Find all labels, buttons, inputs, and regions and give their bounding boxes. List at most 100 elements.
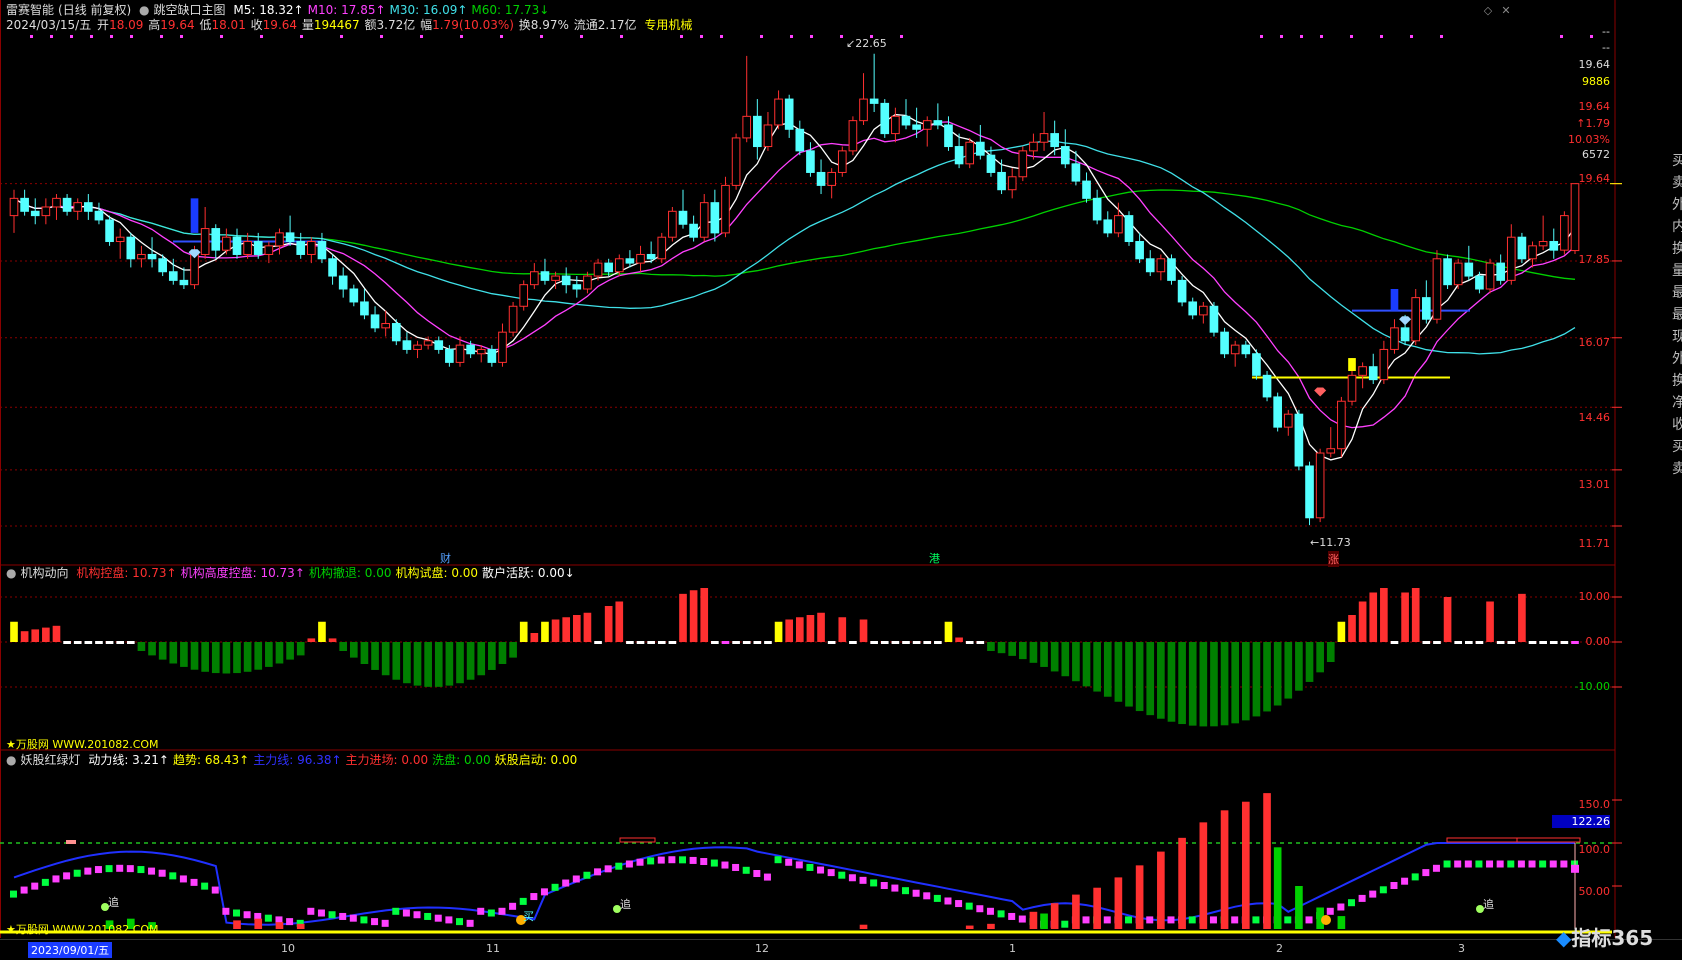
trend-square [923,892,931,900]
inst-retreat-bar [1135,642,1144,712]
retail-bar [73,641,82,644]
candle-body [1485,262,1495,290]
demon-panel[interactable]: ★万股网 WWW.201082.COM 追 追 追 买 [0,752,1622,938]
signal-dot [900,35,903,38]
inst-retreat-bar [1040,642,1048,667]
inst-control-bar [944,621,953,642]
trend-square [880,882,888,889]
candle-body [1135,241,1144,260]
inst-retreat-bar [1146,642,1155,716]
inst-retreat-bar [158,642,167,660]
candle-body [285,232,295,243]
retail-bar [1539,641,1547,644]
inst-axis-label: 10.00 [1578,590,1611,603]
side-label: 净 [1672,395,1682,411]
retail-bar [965,641,974,644]
inst-control-bar [774,621,783,642]
time-axis[interactable]: 2023/09/01/五 10 11 12 1 2 3 [0,939,1682,960]
candle-body [519,284,529,307]
candle-body [9,197,19,217]
marker-mai[interactable]: 买 [523,908,534,924]
inst-control-bar [1380,588,1388,642]
inst-control-bar [1337,621,1346,642]
side-label: 换 [1672,373,1682,389]
inst-control-bar [1411,588,1420,642]
trend-square [997,910,1005,918]
inst-panel[interactable]: ★万股网 WWW.201082.COM [0,565,1622,753]
price-panel[interactable]: ↙22.65 ←11.73 财 港 涨 [0,0,1622,568]
marker-zhui[interactable]: 追 [620,896,631,912]
inst-control-bar [817,612,825,642]
trend-square [944,897,952,905]
wash-bar [1273,847,1282,929]
retail-bar [934,641,942,644]
info-price-b: 19.64 [1578,100,1611,113]
candle-body [912,124,921,130]
candle-body [1560,215,1569,251]
inst-retreat-bar [1241,642,1250,721]
trend-square [477,907,485,915]
candle-body [869,98,879,104]
trend-square [264,914,272,922]
candle-body [1368,366,1378,381]
candle-body [922,120,932,130]
trend-square [73,869,81,877]
candle-body [1538,241,1548,247]
candle-body [1262,374,1272,398]
candle-body [1103,219,1113,234]
candle-body [1167,258,1176,281]
trend-square [1146,916,1154,924]
inst-chart[interactable] [0,565,1622,753]
inst-retreat-bar [1018,642,1027,660]
candle-body [476,348,486,355]
inst-control-bar [955,637,963,642]
marker-zhui[interactable]: 追 [1483,896,1494,912]
inst-retreat-bar [233,642,241,674]
trend-square [870,879,878,887]
signal-dot [30,35,33,38]
marker-cai[interactable]: 财 [440,550,451,566]
candle-body [827,171,836,186]
retail-bar [63,641,71,644]
trend-square [986,907,994,915]
inst-retreat-bar [1295,642,1303,691]
brand-logo: ◆指标365 [1556,926,1654,950]
candle-body [1464,262,1474,277]
trend-square [169,872,177,880]
trend-square [158,869,166,877]
inst-control-bar [689,590,698,642]
demon-chart[interactable] [0,752,1622,938]
trend-square [763,873,771,881]
time-axis-start[interactable]: 2023/09/01/五 [28,942,113,958]
wash-bar [1337,916,1346,929]
trend-square [551,883,559,891]
signal-dot [340,35,343,38]
trend-square [222,907,230,915]
candle-body [370,314,380,329]
trend-square [360,916,368,924]
inst-retreat-bar [1082,642,1091,687]
marker-gang[interactable]: 港 [929,550,940,566]
inst-retreat-bar [1326,642,1335,663]
retail-bar [976,641,985,644]
demon-start-marker [1446,837,1518,843]
candle-body [498,331,507,363]
main-entry-bar [233,920,241,929]
trend-square [1305,916,1313,924]
candle-body [73,202,83,212]
retail-bar [668,641,677,644]
price-chart[interactable] [0,0,1622,568]
inst-control-bar [318,621,326,642]
candle-body [275,232,284,247]
inst-retreat-bar [413,642,422,686]
trend-square [243,911,251,919]
trend-square [328,911,336,919]
trend-square [1167,916,1175,924]
candle-body [795,128,805,152]
inst-control-bar [679,593,687,642]
marker-zhui[interactable]: 追 [108,894,119,910]
main-entry-bar [1178,837,1186,929]
main-entry-bar [1093,887,1101,929]
info-vol-b: 6572 [1582,148,1610,161]
trend-square [753,870,761,878]
